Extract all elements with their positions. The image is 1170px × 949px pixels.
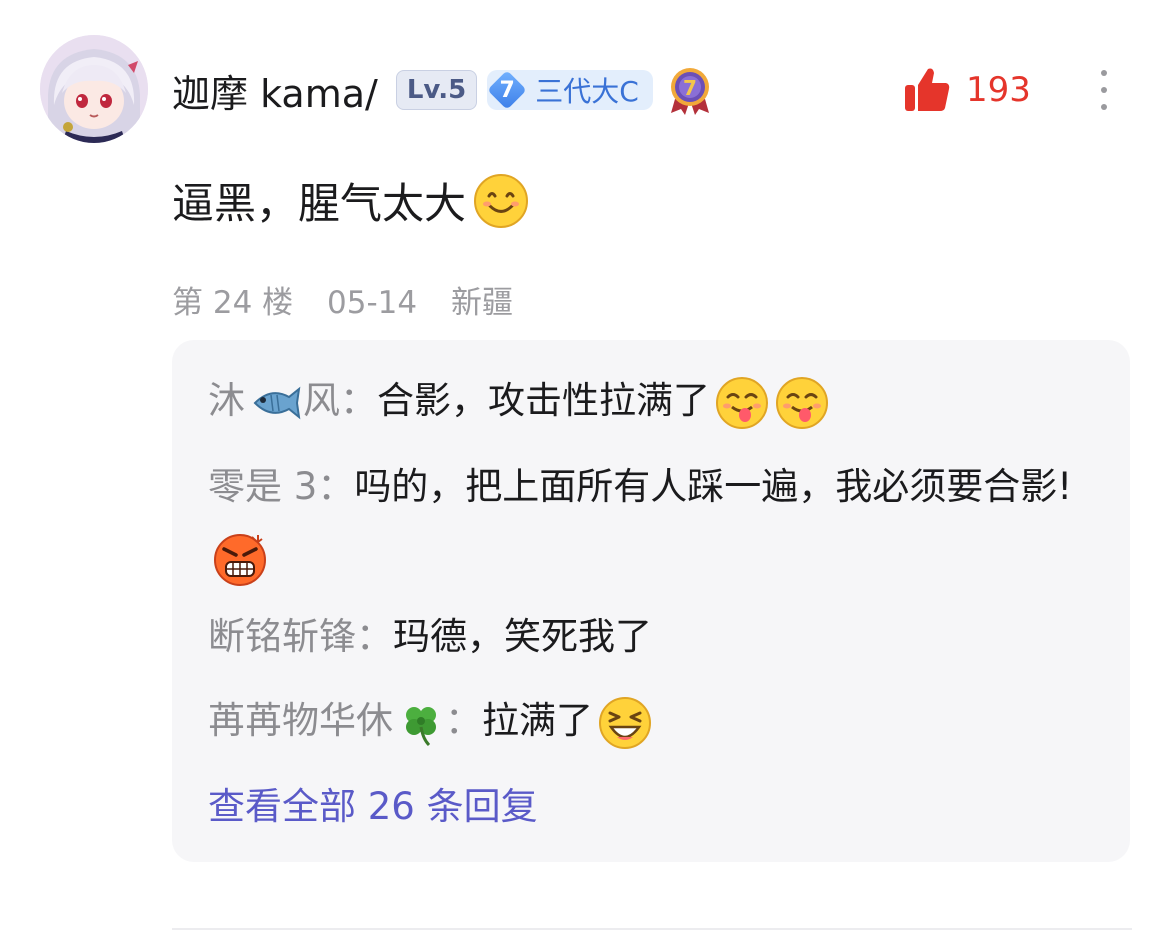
- view-all-replies-link[interactable]: 查看全部 26 条回复: [208, 770, 538, 844]
- rank-label: 三代大C: [535, 75, 639, 108]
- medal-number: 7: [683, 76, 697, 100]
- reply-author[interactable]: 断铭斩锋: [208, 615, 356, 658]
- reply-item[interactable]: 苒苒物华休 ：拉满了: [208, 684, 653, 758]
- reply-author[interactable]: 苒苒物华休: [208, 699, 445, 746]
- reply-text: 玛德，笑死我了: [393, 615, 652, 658]
- reply-item[interactable]: 零是 3：吗的，把上面所有人踩一遍，我必须要合影!: [208, 452, 1088, 592]
- tongue-emoji: [714, 375, 770, 431]
- reply-item[interactable]: 沐风：合影，攻击性拉满了: [208, 364, 830, 438]
- floor-number: 第 24 楼: [172, 285, 294, 321]
- divider: [172, 928, 1132, 930]
- smile-emoji: [472, 172, 530, 230]
- username[interactable]: 迦摩 kama/: [172, 63, 378, 118]
- fish-emoji: [247, 385, 301, 421]
- like-count: 193: [966, 70, 1031, 110]
- avatar[interactable]: [40, 35, 148, 143]
- thumbs-up-icon: [902, 65, 952, 115]
- rank-diamond-icon: 7: [487, 70, 527, 110]
- comment-meta: 第 24 楼 05-14 新疆: [172, 277, 537, 322]
- replies-box[interactable]: 沐风：合影，攻击性拉满了 零是 3：吗的，把上面所有人踩一遍，我必须要合影! 断…: [172, 340, 1130, 862]
- avatar-illustration: [40, 35, 148, 143]
- reply-item[interactable]: 断铭斩锋：玛德，笑死我了: [208, 600, 652, 674]
- medal-icon[interactable]: 7: [667, 65, 713, 115]
- comment-text: 逼黑，腥气太大: [172, 170, 530, 231]
- like-button[interactable]: 193: [902, 62, 1031, 118]
- reply-text: 合影，攻击性拉满了: [377, 379, 710, 422]
- reply-author[interactable]: 零是 3: [208, 465, 317, 508]
- reply-text: 吗的，把上面所有人踩一遍，我必须要合影!: [354, 465, 1073, 508]
- reply-author[interactable]: 沐风: [208, 379, 340, 422]
- laugh-emoji: [597, 695, 653, 751]
- reply-text: 拉满了: [482, 699, 593, 742]
- level-badge: Lv.5: [395, 70, 478, 110]
- comment-header: 迦摩 kama/ Lv.5 7 三代大C 7: [172, 62, 713, 118]
- more-vertical-icon[interactable]: [1090, 62, 1118, 118]
- clover-emoji: [397, 699, 445, 747]
- rank-badge[interactable]: 7 三代大C: [487, 70, 653, 110]
- post-date: 05-14: [327, 285, 418, 321]
- tongue-emoji: [774, 375, 830, 431]
- post-location: 新疆: [450, 285, 513, 321]
- angry-emoji: [212, 531, 268, 587]
- rank-number: 7: [499, 77, 515, 103]
- comment-card: 迦摩 kama/ Lv.5 7 三代大C 7 193 逼黑，腥气太大 第 24 …: [0, 0, 1170, 949]
- comment-body: 逼黑，腥气太大: [172, 179, 467, 228]
